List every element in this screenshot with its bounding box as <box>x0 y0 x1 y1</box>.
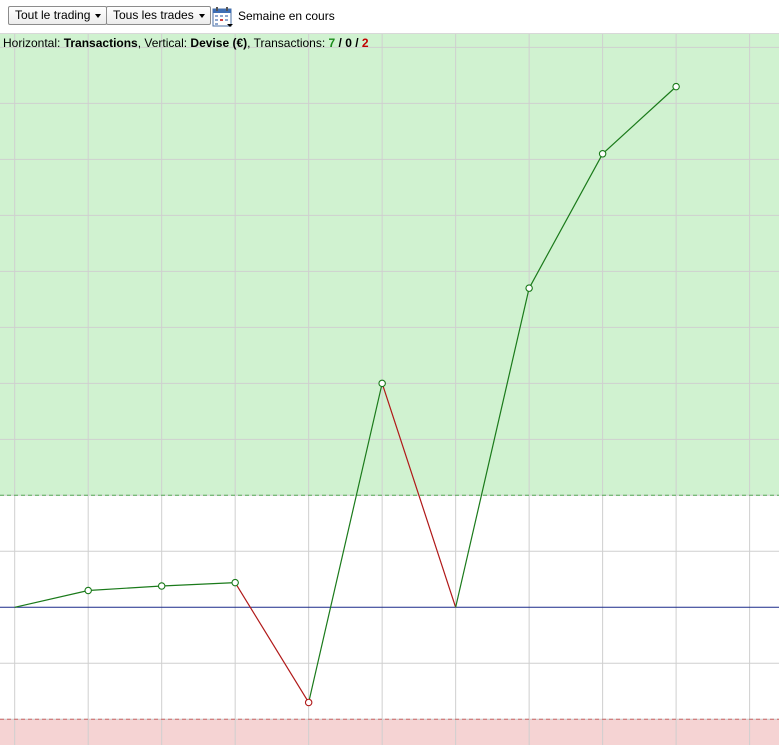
horizontal-value: Transactions <box>63 36 138 50</box>
data-point <box>525 284 533 292</box>
gain-segment <box>161 582 236 587</box>
data-point <box>672 82 680 91</box>
period-label[interactable]: Semaine en cours <box>238 9 335 23</box>
data-point <box>378 379 386 388</box>
data-point <box>304 698 313 707</box>
loss-zone <box>0 719 779 745</box>
losses-count: 2 <box>361 36 369 50</box>
vertical-prefix: , Vertical: <box>137 36 191 50</box>
equity-curve-chart <box>0 34 779 745</box>
trades-filter-select[interactable]: Tous les trades <box>106 6 211 25</box>
vertical-value: Devise (€) <box>190 36 248 50</box>
loss-segment <box>234 582 310 703</box>
trading-filter-select[interactable]: Tout le trading <box>8 6 108 25</box>
separator: / <box>335 36 346 50</box>
separator: / <box>351 36 362 50</box>
trades-filter-value: Tous les trades <box>113 8 194 22</box>
data-point <box>231 578 239 587</box>
chevron-down-icon <box>198 14 205 18</box>
calendar-icon[interactable] <box>212 6 234 28</box>
horizontal-prefix: Horizontal: <box>3 36 64 50</box>
data-point <box>84 586 92 595</box>
gain-segment <box>88 585 162 592</box>
chevron-down-icon <box>95 14 102 18</box>
transactions-prefix: , Transactions: <box>247 36 329 50</box>
toolbar: Tout le trading Tous les trades Semaine … <box>0 0 779 34</box>
trading-filter-value: Tout le trading <box>15 8 91 22</box>
gain-segment <box>14 589 89 608</box>
even-count: 0 <box>345 36 352 50</box>
data-point <box>598 150 607 158</box>
chart-info-line: Horizontal: Transactions, Vertical: Devi… <box>3 36 369 50</box>
data-point <box>157 582 166 590</box>
